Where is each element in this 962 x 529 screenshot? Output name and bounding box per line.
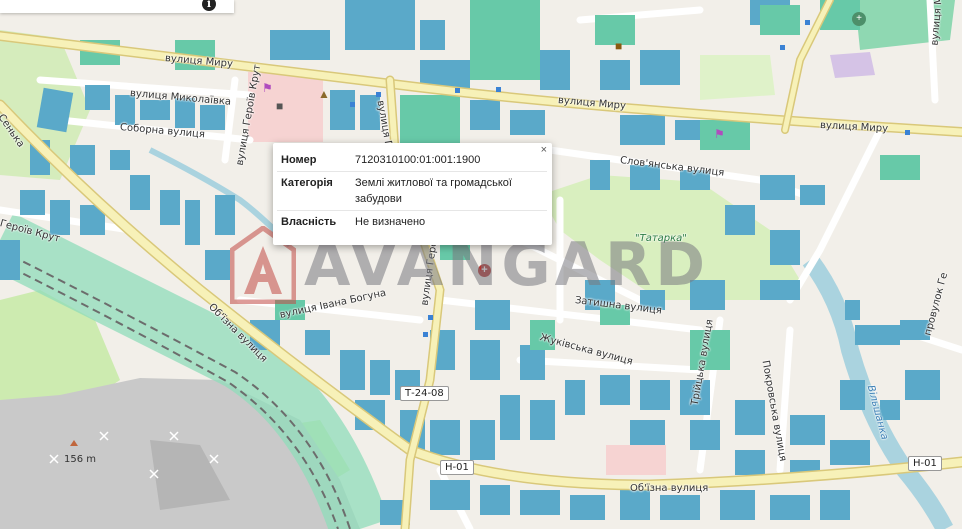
row-key: Власність (281, 216, 337, 228)
row-key: Номер (277, 149, 351, 172)
row-key: Категорія (277, 171, 351, 211)
row-value: Землі житлової та громадської забудови (351, 171, 547, 211)
parcel-popup: × Номер 7120310100:01:001:1900 Категорія… (273, 143, 552, 245)
church-icon[interactable]: + (852, 12, 866, 26)
row-value: Не визначено (355, 216, 426, 228)
elevation-label: 156 m (64, 454, 97, 465)
route-shield: Н-01 (440, 460, 474, 475)
row-value: 7120310100:01:001:1900 (351, 149, 547, 172)
info-icon[interactable]: i (202, 0, 216, 11)
library-icon[interactable]: ■ (615, 40, 622, 52)
parcel-info-table: Номер 7120310100:01:001:1900 Категорія З… (277, 149, 547, 233)
hospital-icon[interactable]: + (478, 264, 491, 277)
museum-icon[interactable]: ■ (276, 100, 283, 112)
shop-icon[interactable]: ⚑ (262, 82, 273, 94)
shop-icon[interactable]: ⚑ (714, 128, 725, 140)
route-shield: Т-24-08 (400, 386, 449, 401)
table-row: Власність Не визначено (277, 211, 547, 234)
map-canvas[interactable]: вулиця Миру вулиця Миру вулиця Миру вули… (0, 0, 962, 529)
table-row: Категорія Землі житлової та громадської … (277, 171, 547, 211)
museum-icon[interactable]: ▲ (318, 88, 330, 100)
top-toolbar: i (0, 0, 234, 13)
route-shield: Н-01 (908, 456, 942, 471)
table-row: Номер 7120310100:01:001:1900 (277, 149, 547, 172)
